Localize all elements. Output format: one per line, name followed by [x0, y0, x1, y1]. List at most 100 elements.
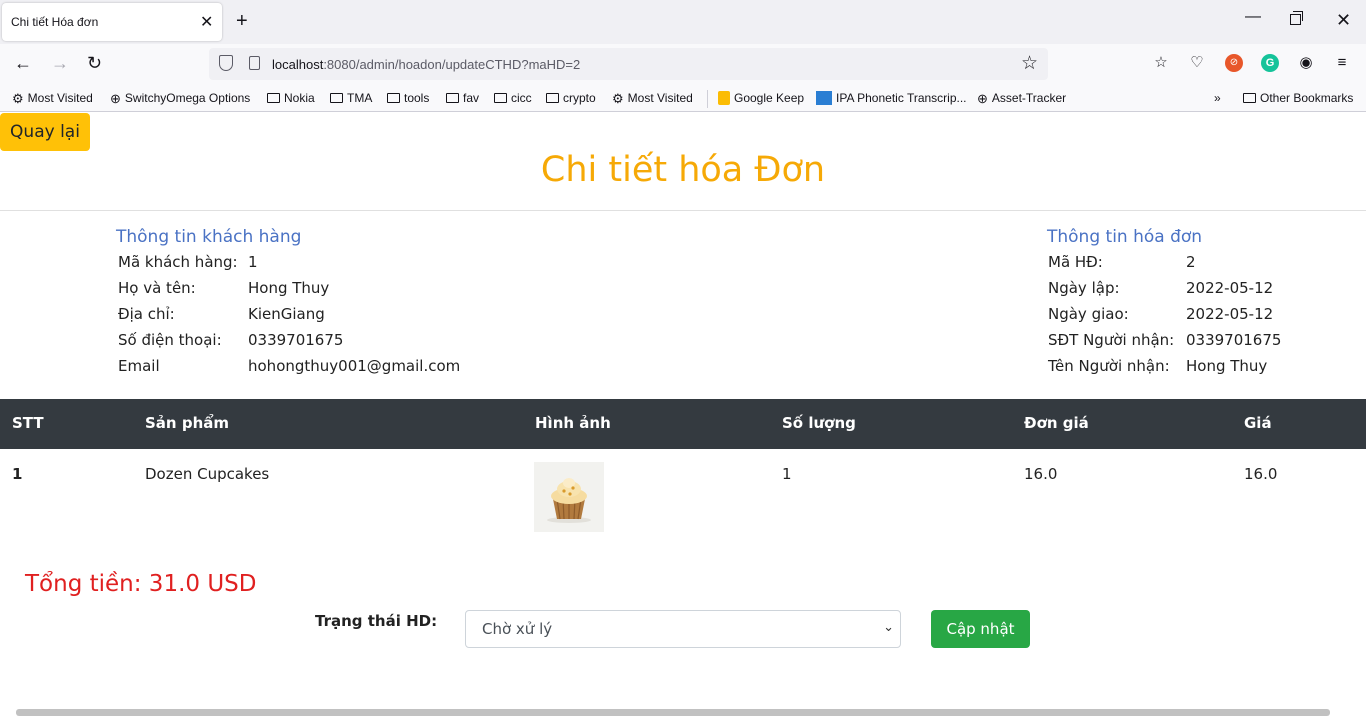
tab-strip: Chi tiết Hóa đơn ✕ + — ✕ — [0, 0, 1366, 44]
bookmark-asset-tracker[interactable]: ⊕ Asset-Tracker — [977, 91, 1066, 105]
col-header-unit-price: Đơn giá — [1024, 414, 1089, 432]
recipient-phone-value: 0339701675 — [1186, 331, 1282, 349]
recipient-name-label: Tên Người nhận: — [1048, 357, 1170, 375]
folder-icon — [387, 93, 400, 103]
status-selected-value: Chờ xử lý — [482, 620, 553, 638]
status-select[interactable]: Chờ xử lý ⌄ — [465, 610, 901, 648]
url-host: localhost — [272, 57, 324, 72]
divider — [0, 210, 1366, 211]
folder-icon — [267, 93, 280, 103]
bookmark-star-icon[interactable]: ☆ — [1021, 52, 1038, 75]
customer-name-value: Hong Thuy — [248, 279, 330, 297]
pocket-icon[interactable]: ♡ — [1188, 54, 1206, 72]
table-header: STT Sản phẩm Hình ảnh Số lượng Đơn giá G… — [0, 399, 1366, 449]
google-keep-icon — [718, 91, 730, 105]
update-button[interactable]: Cập nhật — [931, 610, 1030, 648]
minimize-icon[interactable]: — — [1245, 8, 1261, 26]
globe-icon: ⊕ — [977, 90, 988, 106]
customer-address-label: Địa chỉ: — [118, 305, 175, 323]
reload-icon[interactable]: ↻ — [87, 53, 102, 74]
extension-icon[interactable]: ◉ — [1297, 54, 1315, 72]
bookmark-ipa[interactable]: IPA Phonetic Transcrip... — [816, 91, 967, 105]
customer-email-value: hohongthuy001@gmail.com — [248, 357, 461, 375]
bookmark-most-visited[interactable]: ⚙ Most Visited — [12, 91, 93, 105]
customer-phone-label: Số điện thoại: — [118, 331, 222, 349]
folder-icon — [446, 93, 459, 103]
more-bookmarks-chevron-icon[interactable]: » — [1214, 91, 1221, 105]
back-button[interactable]: Quay lại — [0, 113, 90, 151]
shield-icon[interactable] — [219, 55, 233, 71]
folder-icon — [330, 93, 343, 103]
active-tab[interactable]: Chi tiết Hóa đơn ✕ — [2, 3, 222, 41]
customer-address-value: KienGiang — [248, 305, 325, 323]
window-close-icon[interactable]: ✕ — [1336, 10, 1351, 31]
total-amount: Tổng tiền: 31.0 USD — [25, 571, 257, 597]
gear-icon: ⚙ — [12, 90, 24, 106]
row-stt: 1 — [12, 465, 23, 483]
recipient-phone-label: SĐT Người nhận: — [1048, 331, 1175, 349]
bookmark-cicc[interactable]: cicc — [494, 91, 532, 105]
status-label: Trạng thái HD: — [315, 612, 438, 630]
bookmark-crypto[interactable]: crypto — [546, 91, 596, 105]
row-quantity: 1 — [782, 465, 792, 483]
close-tab-icon[interactable]: ✕ — [200, 12, 213, 32]
horizontal-scrollbar[interactable] — [16, 709, 1330, 716]
invoice-delivery-value: 2022-05-12 — [1186, 305, 1274, 323]
customer-email-label: Email — [118, 357, 160, 375]
blocker-extension-icon[interactable]: ⊘ — [1225, 54, 1243, 72]
globe-icon: ⊕ — [110, 90, 121, 106]
col-header-quantity: Số lượng — [782, 414, 856, 432]
page-info-icon[interactable] — [249, 56, 260, 70]
bookmark-tools[interactable]: tools — [387, 91, 429, 105]
bookmarks-toolbar: ⚙ Most Visited ⊕ SwitchyOmega Options Noki… — [0, 86, 1366, 112]
customer-phone-value: 0339701675 — [248, 331, 344, 349]
other-bookmarks[interactable]: Other Bookmarks — [1243, 91, 1353, 105]
folder-icon — [546, 93, 559, 103]
bookmark-google-keep[interactable]: Google Keep — [718, 91, 804, 105]
invoice-id-label: Mã HĐ: — [1048, 253, 1103, 271]
col-header-image: Hình ảnh — [535, 414, 611, 432]
col-header-price: Giá — [1244, 414, 1272, 432]
grammarly-icon[interactable]: G — [1261, 54, 1279, 72]
col-header-product: Sản phẩm — [145, 414, 229, 432]
page-title: Chi tiết hóa Đơn — [540, 150, 826, 190]
chevron-down-icon: ⌄ — [883, 619, 894, 634]
back-arrow-icon[interactable]: ← — [14, 53, 32, 74]
forward-arrow-icon[interactable]: → — [51, 53, 69, 74]
row-product: Dozen Cupcakes — [145, 465, 270, 483]
customer-id-label: Mã khách hàng: — [118, 253, 238, 271]
new-tab-icon[interactable]: + — [236, 10, 248, 33]
bookmark-fav[interactable]: fav — [446, 91, 479, 105]
col-header-stt: STT — [12, 414, 44, 432]
bookmark-most-visited-2[interactable]: ⚙ Most Visited — [612, 91, 693, 105]
address-bar[interactable]: localhost:8080/admin/hoadon/updateCTHD?m… — [209, 48, 1048, 80]
product-image — [534, 462, 604, 532]
menu-icon[interactable]: ≡ — [1333, 54, 1351, 72]
recipient-name-value: Hong Thuy — [1186, 357, 1268, 375]
url-path: :8080/admin/hoadon/updateCTHD?maHD=2 — [323, 57, 581, 72]
navigation-toolbar: ← → ↻ localhost:8080/admin/hoadon/update… — [0, 44, 1366, 86]
tab-title: Chi tiết Hóa đơn — [11, 15, 99, 29]
cupcake-icon — [534, 462, 604, 532]
invoice-id-value: 2 — [1186, 253, 1196, 271]
url-text[interactable]: localhost:8080/admin/hoadon/updateCTHD?m… — [272, 57, 580, 72]
customer-name-label: Họ và tên: — [118, 279, 196, 297]
ipa-icon — [816, 91, 832, 105]
folder-icon — [494, 93, 507, 103]
invoice-info-title: Thông tin hóa đơn — [1047, 227, 1203, 247]
customer-info-title: Thông tin khách hàng — [116, 227, 302, 247]
invoice-created-label: Ngày lập: — [1048, 279, 1120, 297]
bookmark-tma[interactable]: TMA — [330, 91, 372, 105]
row-unit-price: 16.0 — [1024, 465, 1058, 483]
gear-icon: ⚙ — [612, 90, 624, 106]
restore-icon[interactable] — [1290, 11, 1303, 25]
invoice-created-value: 2022-05-12 — [1186, 279, 1274, 297]
bookmark-nokia[interactable]: Nokia — [267, 91, 315, 105]
invoice-delivery-label: Ngày giao: — [1048, 305, 1129, 323]
row-price: 16.0 — [1244, 465, 1278, 483]
customer-id-value: 1 — [248, 253, 258, 271]
folder-icon — [1243, 93, 1256, 103]
reading-list-icon[interactable]: ☆ — [1152, 54, 1170, 72]
bookmark-separator — [707, 90, 708, 108]
bookmark-switchyomega[interactable]: ⊕ SwitchyOmega Options — [110, 91, 250, 105]
